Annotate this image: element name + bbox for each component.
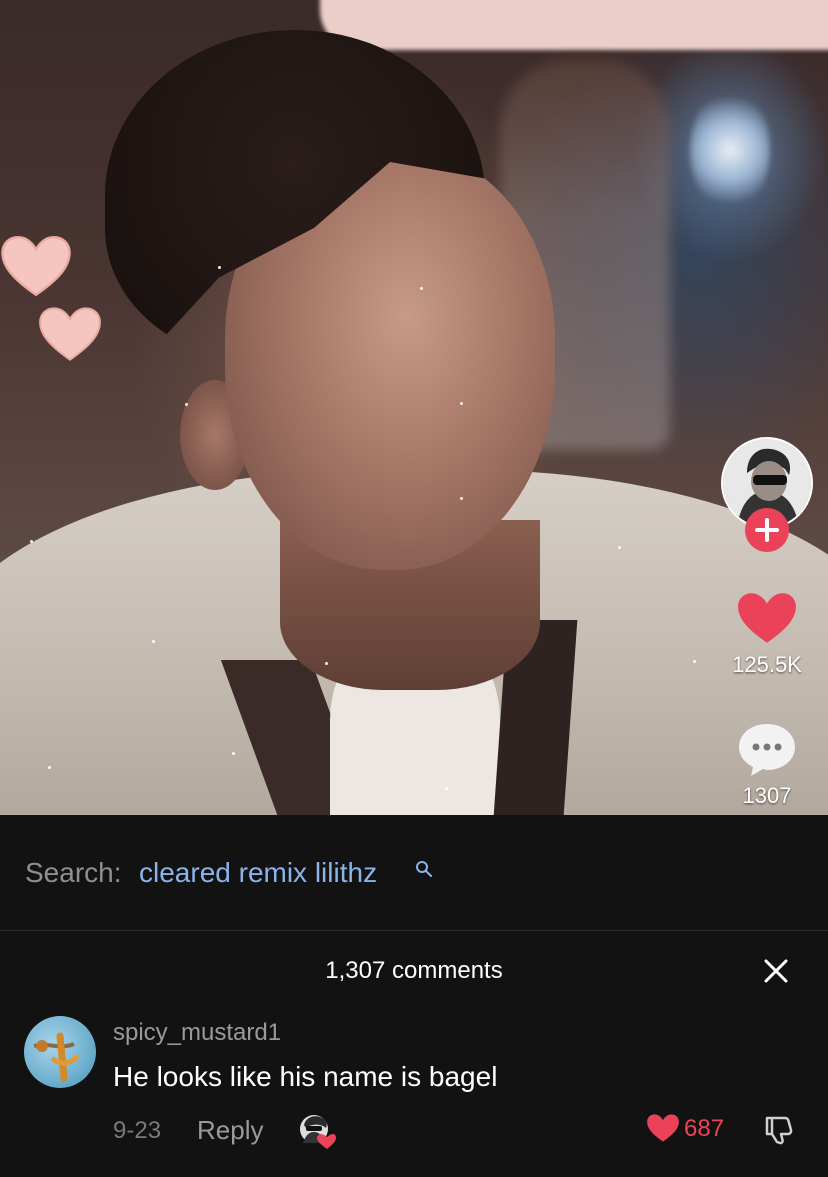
liked-by-creator-badge: [300, 1115, 336, 1149]
sparkle: [152, 640, 155, 643]
comments-header-title: 1,307 comments: [325, 957, 503, 984]
sparkle: [618, 546, 621, 549]
plus-icon: [755, 518, 779, 542]
comment-text: He looks like his name is bagel: [113, 1061, 498, 1092]
sparkle: [460, 497, 463, 500]
commenter-avatar[interactable]: [24, 1016, 96, 1088]
heart-icon[interactable]: [736, 590, 798, 646]
video-background-light: [690, 90, 770, 210]
thumbs-down-icon[interactable]: [763, 1113, 795, 1145]
sparkle: [420, 287, 423, 290]
sparkle: [185, 403, 188, 406]
comment-count: 1307: [742, 783, 792, 808]
sparkle: [232, 752, 235, 755]
reply-button[interactable]: Reply: [197, 1115, 263, 1146]
heart-sticker-icon: [39, 307, 101, 361]
search-prefix: Search:: [25, 857, 122, 888]
heart-icon[interactable]: [646, 1113, 680, 1143]
sparkle: [460, 402, 463, 405]
heart-sticker-icon: [1, 235, 71, 297]
like-count: 125.5K: [732, 652, 802, 677]
follow-button[interactable]: [745, 508, 789, 552]
sparkle: [693, 660, 696, 663]
search-suggestion-bar[interactable]: [0, 815, 828, 931]
magnifier-icon[interactable]: [415, 860, 433, 878]
sparkle: [445, 787, 448, 790]
comment-username[interactable]: spicy_mustard1: [113, 1019, 281, 1047]
commenter-avatar-photo: [33, 1032, 80, 1082]
comment-date: 9-23: [113, 1117, 162, 1144]
video-player[interactable]: [0, 0, 828, 815]
speech-bubble-icon[interactable]: [736, 720, 798, 778]
sparkle: [218, 266, 221, 269]
x-icon[interactable]: [762, 957, 790, 985]
sparkle: [30, 540, 33, 543]
sparkle: [48, 766, 51, 769]
search-suggestion-link[interactable]: cleared remix lilithz: [139, 857, 377, 889]
sparkle: [325, 662, 328, 665]
video-light-flare: [320, 0, 828, 50]
comment-like-count: 687: [684, 1115, 725, 1142]
